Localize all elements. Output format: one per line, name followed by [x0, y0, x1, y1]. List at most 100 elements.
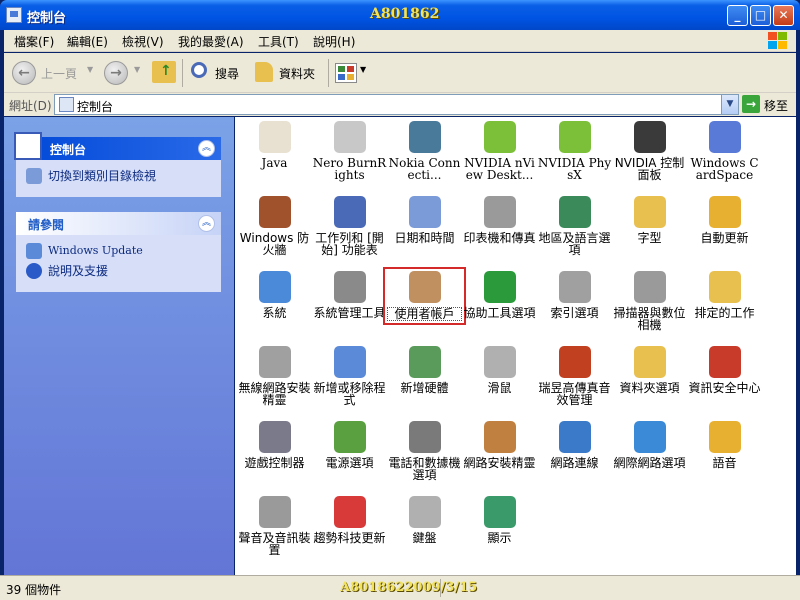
control-panel-item[interactable]: Windows 防火牆: [237, 196, 312, 256]
collapse-chevron-icon[interactable]: ︽: [198, 140, 215, 157]
control-panel-item[interactable]: 聲音及音訊裝置: [237, 496, 312, 556]
control-panel-item[interactable]: Windows CardSpace: [687, 121, 762, 181]
control-panel-item[interactable]: 瑞昱高傳真音效管理: [537, 346, 612, 406]
up-folder-icon[interactable]: ↑: [152, 61, 176, 83]
item-label: Nokia Connecti...: [388, 156, 461, 182]
folders-button-label[interactable]: 資料夾: [279, 65, 315, 82]
address-dropdown-icon[interactable]: ▼: [721, 95, 738, 114]
switch-to-category-view-link[interactable]: 切換到類別目錄檢視: [26, 168, 211, 188]
maximize-button[interactable]: □: [750, 5, 771, 26]
title-bar[interactable]: 控制台 A801862 _ □ ✕: [0, 0, 800, 30]
panel-body: Windows Update 說明及支援: [16, 235, 221, 293]
address-input[interactable]: 控制台 ▼: [54, 94, 739, 115]
control-panel-item[interactable]: Nokia Connecti...: [387, 121, 462, 181]
task-label[interactable]: 說明及支援: [48, 264, 108, 278]
control-panel-item[interactable]: 新增硬體: [387, 346, 462, 394]
control-panel-item[interactable]: 趨勢科技更新: [312, 496, 387, 544]
item-label: Java: [261, 156, 288, 170]
control-panel-item[interactable]: 鍵盤: [387, 496, 462, 544]
control-panel-item[interactable]: 電話和數據機選項: [387, 421, 462, 481]
toolbar: ← 上一頁 ▼ → ▼ ↑ 搜尋 資料夾 ▼: [4, 53, 796, 93]
item-label: 系統管理工具: [313, 306, 386, 320]
control-panel-item[interactable]: 遊戲控制器: [237, 421, 312, 469]
user-accounts-icon: [408, 271, 441, 303]
control-panel-item[interactable]: 排定的工作: [687, 271, 762, 319]
search-button-label[interactable]: 搜尋: [215, 65, 239, 82]
item-label: 資訊安全中心: [688, 381, 761, 395]
item-label: NVIDIA 控制面板: [614, 156, 685, 182]
control-panel-item[interactable]: 網路連線: [537, 421, 612, 469]
views-icon[interactable]: [335, 63, 357, 83]
control-panel-item[interactable]: NVIDIA PhysX: [537, 121, 612, 181]
task-label[interactable]: 切換到類別目錄檢視: [48, 169, 156, 183]
control-panel-item[interactable]: Nero BurnRights: [312, 121, 387, 181]
minimize-button[interactable]: _: [727, 5, 748, 26]
control-panel-item[interactable]: 無線網路安裝精靈: [237, 346, 312, 406]
nero-disc-icon: [333, 121, 366, 153]
item-label: 印表機和傳真: [463, 231, 536, 245]
task-label[interactable]: Windows Update: [48, 244, 143, 257]
item-label: NVIDIA PhysX: [537, 156, 612, 182]
control-panel-item[interactable]: 索引選項: [537, 271, 612, 319]
see-also-panel-header[interactable]: 請參閱 ︽: [16, 212, 221, 235]
back-arrow-icon[interactable]: ←: [12, 61, 36, 85]
control-panel-item[interactable]: 網路安裝精靈: [462, 421, 537, 469]
realtek-speaker-icon: [558, 346, 591, 378]
control-panel-item[interactable]: 顯示: [462, 496, 537, 544]
search-icon[interactable]: [191, 62, 207, 78]
control-panel-item[interactable]: 自動更新: [687, 196, 762, 244]
control-panel-item[interactable]: NVIDIA nView Deskt...: [462, 121, 537, 181]
forward-arrow-icon[interactable]: →: [104, 61, 128, 85]
item-label: 網路安裝精靈: [463, 456, 536, 470]
item-label: Windows 防火牆: [239, 231, 310, 257]
menu-bar: 檔案(F) 編輯(E) 檢視(V) 我的最愛(A) 工具(T) 說明(H): [4, 30, 796, 52]
watermark-bottom: A8018622009/3/15: [340, 580, 478, 595]
close-button[interactable]: ✕: [773, 5, 794, 26]
help-and-support-link[interactable]: 說明及支援: [26, 263, 211, 283]
menu-help[interactable]: 說明(H): [313, 33, 355, 50]
go-button-label[interactable]: 移至: [764, 97, 788, 114]
trend-micro-icon: [333, 496, 366, 528]
control-panel-panel-header[interactable]: 控制台 ︽: [14, 132, 221, 160]
menu-tools[interactable]: 工具(T): [258, 33, 299, 50]
network-setup-icon: [483, 421, 516, 453]
item-label: 新增或移除程式: [313, 381, 386, 407]
back-button-label[interactable]: 上一頁: [41, 65, 77, 82]
views-dropdown-icon[interactable]: ▼: [360, 65, 366, 74]
back-dropdown-icon[interactable]: ▼: [87, 65, 93, 74]
control-panel-item[interactable]: 使用者帳戶: [383, 267, 466, 325]
item-label: 掃描器與數位相機: [613, 306, 686, 332]
control-panel-item[interactable]: 電源選項: [312, 421, 387, 469]
forward-dropdown-icon[interactable]: ▼: [134, 65, 140, 74]
control-panel-item[interactable]: 語音: [687, 421, 762, 469]
control-panel-item[interactable]: 系統: [237, 271, 312, 319]
control-panel-panel: 控制台 ︽ 切換到類別目錄檢視: [14, 132, 221, 197]
menu-edit[interactable]: 編輯(E): [67, 33, 108, 50]
network-connections-icon: [558, 421, 591, 453]
item-label: 鍵盤: [412, 531, 437, 545]
address-value[interactable]: 控制台: [77, 98, 113, 115]
control-panel-item[interactable]: 滑鼠: [462, 346, 537, 394]
control-panel-item[interactable]: 印表機和傳真: [462, 196, 537, 244]
control-panel-item[interactable]: 工作列和 [開始] 功能表: [312, 196, 387, 256]
windows-update-link[interactable]: Windows Update: [26, 243, 211, 263]
folders-icon[interactable]: [255, 62, 273, 82]
control-panel-item[interactable]: 系統管理工具: [312, 271, 387, 319]
menu-file[interactable]: 檔案(F): [14, 33, 54, 50]
control-panel-item[interactable]: 掃描器與數位相機: [612, 271, 687, 331]
control-panel-item[interactable]: 字型: [612, 196, 687, 244]
control-panel-item[interactable]: 網際網路選項: [612, 421, 687, 469]
control-panel-item[interactable]: 資料夾選項: [612, 346, 687, 394]
control-panel-item[interactable]: 資訊安全中心: [687, 346, 762, 394]
control-panel-item[interactable]: 新增或移除程式: [312, 346, 387, 406]
item-label: NVIDIA nView Deskt...: [464, 156, 535, 182]
go-arrow-icon[interactable]: →: [742, 95, 760, 113]
control-panel-item[interactable]: 地區及語言選項: [537, 196, 612, 256]
menu-view[interactable]: 檢視(V): [122, 33, 164, 50]
control-panel-item[interactable]: 日期和時間: [387, 196, 462, 244]
control-panel-item[interactable]: NVIDIA 控制面板: [612, 121, 687, 181]
control-panel-item[interactable]: Java: [237, 121, 312, 169]
control-panel-item[interactable]: 協助工具選項: [462, 271, 537, 319]
collapse-chevron-icon[interactable]: ︽: [198, 215, 215, 232]
menu-favorites[interactable]: 我的最愛(A): [178, 33, 244, 50]
